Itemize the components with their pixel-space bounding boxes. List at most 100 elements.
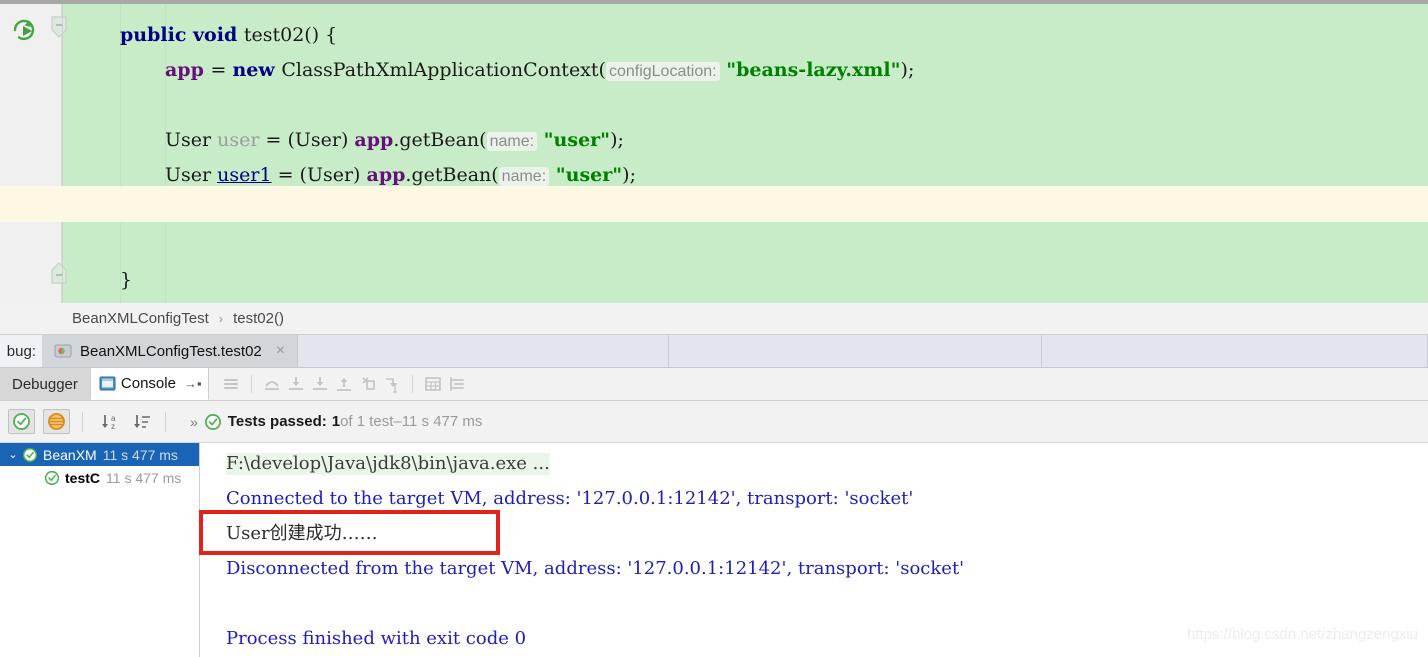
step-out-icon[interactable] [332,374,356,394]
code-token: .getBean( [405,164,499,186]
code-token: ); [622,164,636,186]
code-token: user1 [217,164,272,186]
evaluate-expression-icon[interactable] [421,374,445,394]
debug-console-toolbar: Debugger Console →▪ [0,368,1428,401]
code-token: ); [610,129,624,151]
status-dash: – [393,413,402,430]
code-token: name: [498,167,550,186]
menu-lines-icon[interactable] [219,374,243,394]
test-results-toolbar: a z » Tests passed: 1 of 1 test – 11 s 4… [0,401,1428,443]
console-line: Connected to the target VM, address: '12… [226,488,914,509]
run-tool-window-tabbar: bug: BeanXMLConfigTest.test02 × [0,335,1428,368]
test-passed-icon [204,413,221,430]
chevron-down-icon[interactable]: ⌄ [4,448,22,461]
code-token: "user" [537,129,611,151]
drop-frame-icon[interactable] [356,374,380,394]
code-token: = [210,59,233,81]
toolbar-separator [411,375,413,393]
console-tab-label: Console [120,375,176,392]
code-token: ); [900,59,915,81]
tests-total-label: of 1 test [340,413,394,430]
tool-window-label: bug: [0,335,42,367]
sort-alphabetically-icon[interactable]: a z [97,411,123,433]
code-line: public void test02() { [120,18,337,53]
code-token: = (User) [265,129,355,151]
test-tree-duration: 11 s 477 ms [102,446,178,463]
code-token: "user" [549,164,623,186]
code-token: User [165,129,218,151]
user-created-highlight-box [199,510,500,555]
test-tree-panel[interactable]: ⌄ BeanXM 11 s 477 ms testC 11 s 477 ms [0,443,200,657]
code-token: configLocation: [605,62,720,81]
breadcrumb-class[interactable]: BeanXMLConfigTest [72,310,209,327]
tests-duration: 11 s 477 ms [401,413,483,430]
test-status-text: Tests passed: 1 of 1 test – 11 s 477 ms [228,413,483,430]
run-configuration-tab[interactable]: BeanXMLConfigTest.test02 × [42,335,299,367]
code-line: } [120,263,132,298]
code-token: app [354,129,394,151]
code-token: app [366,164,406,186]
tabbar-filler-1 [298,335,670,367]
toolbar-separator [165,411,166,432]
code-token: } [120,269,133,291]
code-token: user [217,129,266,151]
tests-passed-count: 1 [331,413,341,430]
filter-icon[interactable] [43,409,70,434]
code-line: User user = (User) app.getBean(name: "us… [165,123,624,159]
code-token: test02() { [243,24,338,46]
settings-lines-icon[interactable] [445,374,469,394]
breadcrumb-method[interactable]: test02() [233,310,284,327]
breadcrumb-separator-icon: › [218,311,224,326]
console-icon [99,376,116,391]
test-tree-label: BeanXM [43,446,97,463]
run-test-icon[interactable] [10,16,38,44]
test-passed-icon [22,447,38,462]
code-token: app [165,59,211,81]
test-tree-row[interactable]: ⌄ BeanXM 11 s 477 ms [0,443,199,466]
editor-gutter[interactable] [0,4,67,303]
code-token: = (User) [271,164,367,186]
run-tab-label: BeanXMLConfigTest.test02 [80,342,262,360]
more-options-icon[interactable]: » [190,414,198,430]
step-into-icon[interactable] [284,374,308,394]
watermark: https://blog.csdn.net/zhangzengxiu [1187,626,1418,643]
tabbar-filler-3 [1042,335,1428,367]
close-icon[interactable]: × [276,342,285,360]
code-token: new [232,59,282,81]
test-tree-row[interactable]: testC 11 s 477 ms [0,466,199,489]
toolbar-separator [250,375,252,393]
code-editor[interactable]: public void test02() {app = new ClassPat… [0,0,1428,303]
tabbar-filler-2 [669,335,1043,367]
test-tree-label: testC [65,469,101,486]
test-passed-icon [44,470,60,485]
sort-by-duration-icon[interactable] [129,411,155,433]
console-line: F:\develop\Java\jdk8\bin\java.exe ... [226,453,550,475]
svg-text:z: z [111,422,115,431]
test-tree-duration: 11 s 477 ms [106,469,182,486]
console-line: Process finished with exit code 0 [226,628,527,649]
code-token: ClassPathXmlApplicationContext( [281,59,606,81]
caret-line-gutter-highlight [0,186,62,222]
code-token: public [120,24,194,46]
code-token: "beans-lazy.xml" [719,59,901,81]
run-to-cursor-icon[interactable] [380,374,404,394]
tab-console[interactable]: Console →▪ [89,368,209,400]
force-step-into-icon[interactable] [308,374,332,394]
code-token: .getBean( [393,129,487,151]
code-text[interactable]: public void test02() {app = new ClassPat… [62,4,1428,303]
tab-debugger[interactable]: Debugger [0,368,90,400]
ide-window: public void test02() {app = new ClassPat… [0,0,1428,657]
console-line: Disconnected from the target VM, address… [226,558,965,579]
tests-passed-label: Tests passed: [227,413,327,430]
debug-step-buttons [209,368,469,400]
code-token: void [193,24,244,46]
debug-config-icon [54,344,72,358]
toolbar-separator [82,411,83,432]
pin-icon[interactable]: →▪ [184,376,202,391]
code-line: User user1 = (User) app.getBean(name: "u… [165,158,636,194]
breadcrumb: BeanXMLConfigTest › test02() [0,303,1428,335]
code-token: name: [486,132,538,151]
code-line: app = new ClassPathXmlApplicationContext… [165,53,914,89]
step-over-icon[interactable] [260,374,284,394]
show-passed-icon[interactable] [8,409,35,434]
